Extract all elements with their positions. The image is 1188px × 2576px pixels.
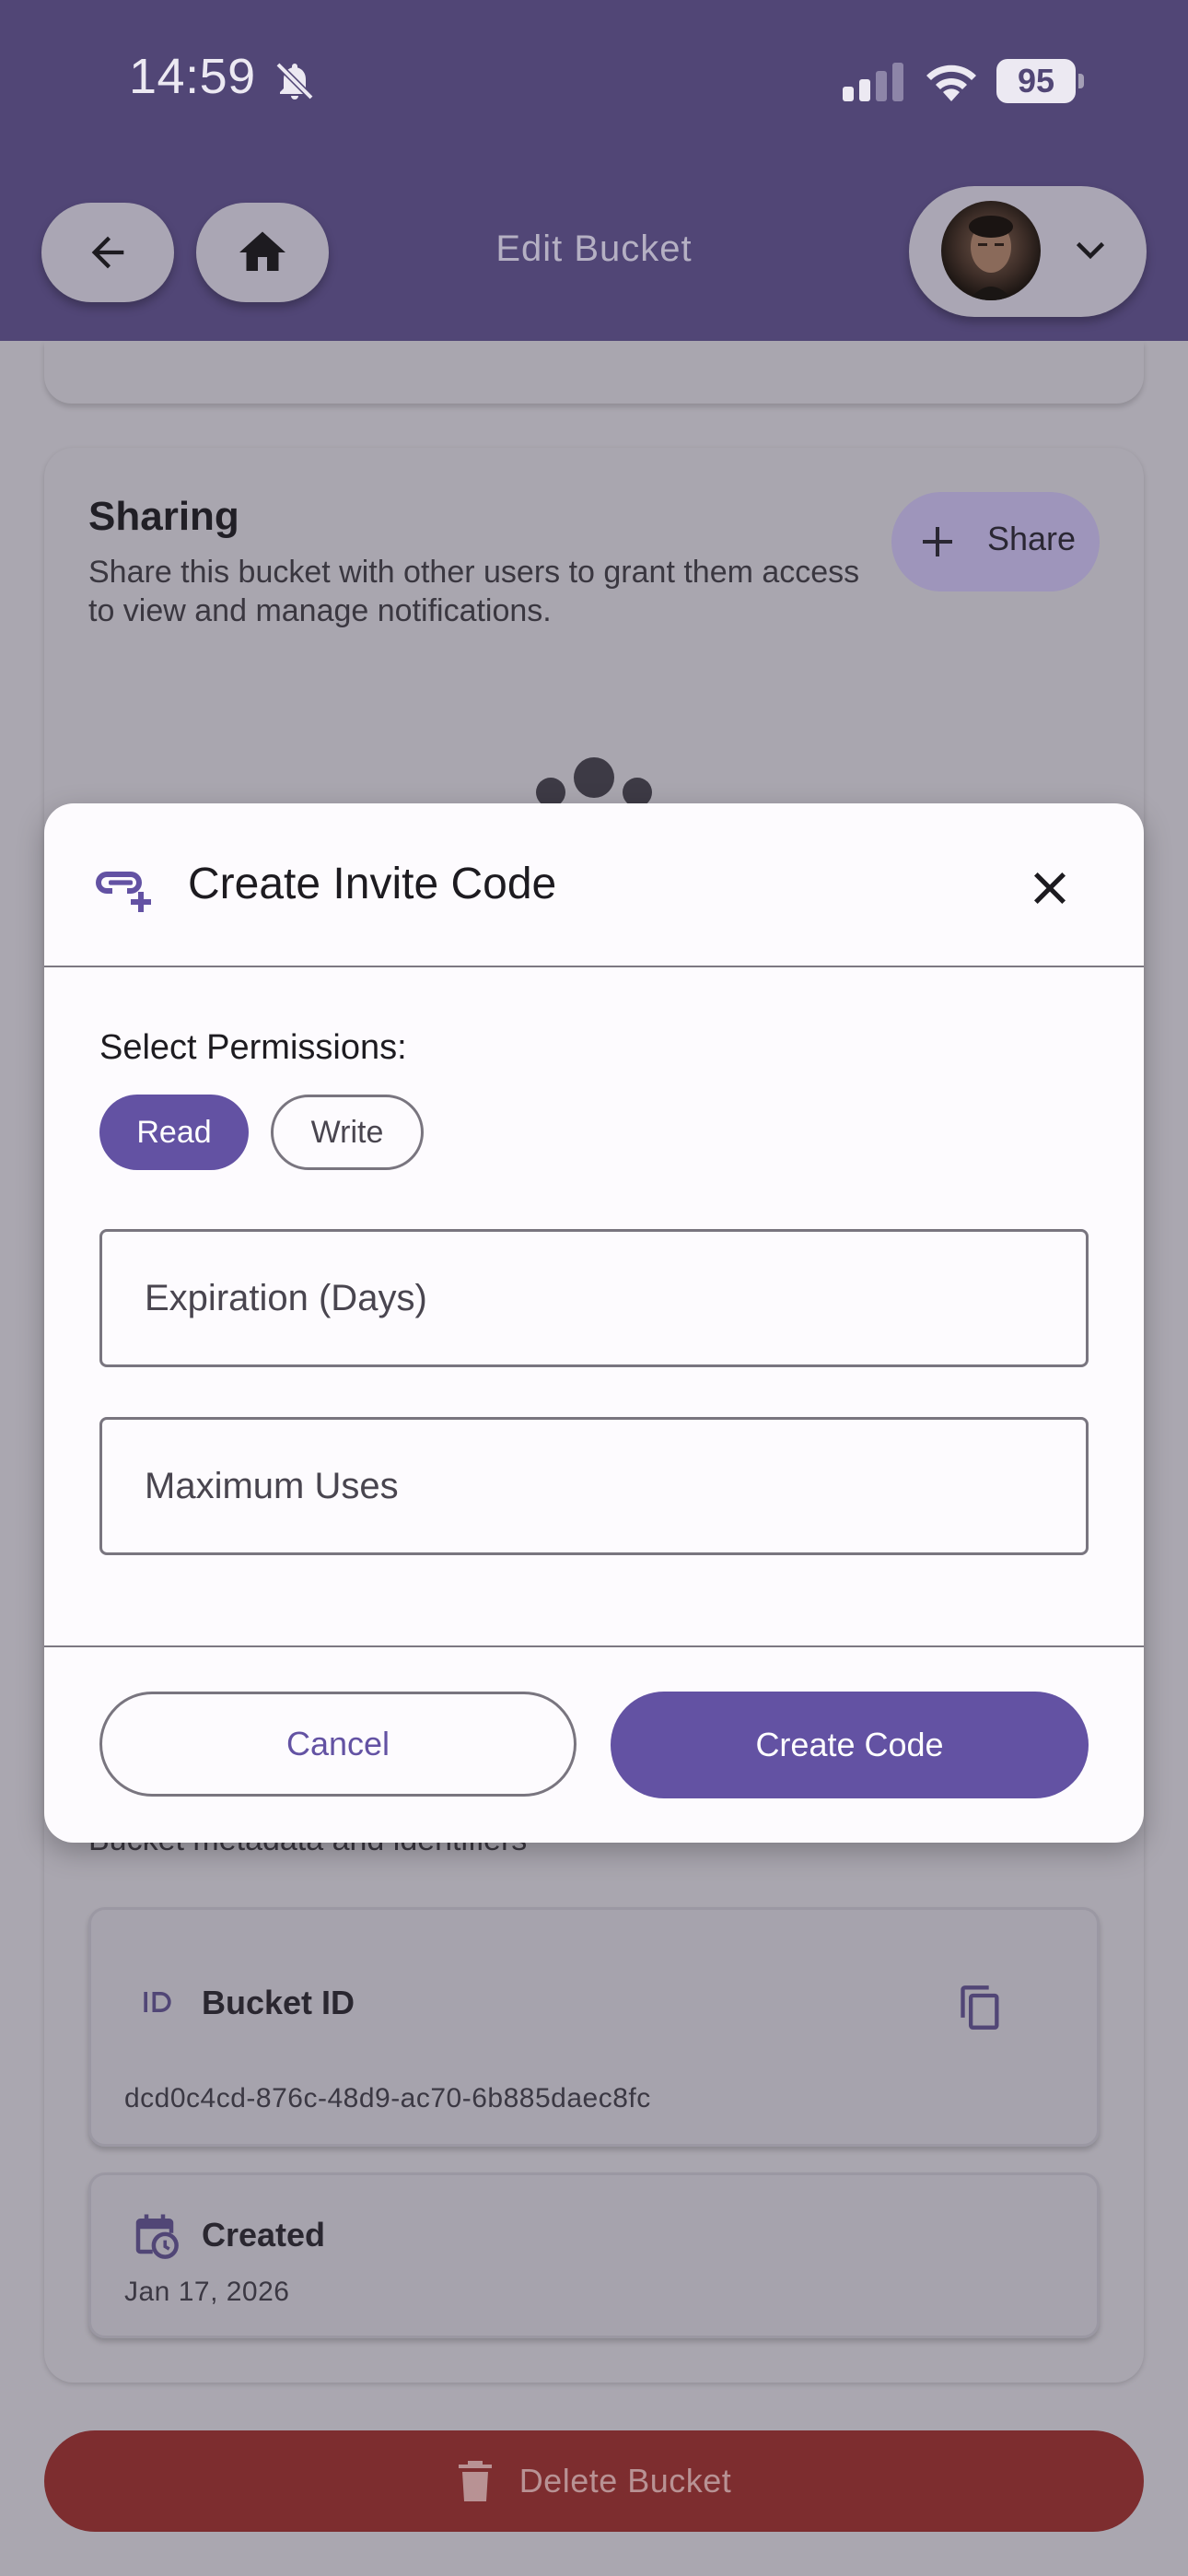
expiration-field[interactable] — [99, 1229, 1089, 1367]
bell-muted-icon — [275, 62, 314, 100]
max-uses-field[interactable] — [99, 1417, 1089, 1555]
link-add-icon — [96, 872, 151, 912]
copy-icon[interactable] — [957, 1982, 1005, 2033]
bucket-id-label: Bucket ID — [202, 1984, 355, 2021]
delete-bucket-label: Delete Bucket — [518, 2462, 732, 2500]
dialog-divider-top — [44, 966, 1144, 967]
permission-chip-read[interactable]: Read — [99, 1095, 249, 1170]
previous-section-card — [44, 341, 1144, 404]
permissions-label: Select Permissions: — [99, 1028, 407, 1067]
bucket-id-value: dcd0c4cd-876c-48d9-ac70-6b885daec8fc — [124, 2083, 651, 2113]
bucket-id-card: Bucket ID dcd0c4cd-876c-48d9-ac70-6b885d… — [88, 1907, 1100, 2147]
create-invite-dialog: Create Invite Code Select Permissions: R… — [44, 803, 1144, 1843]
created-value: Jan 17, 2026 — [124, 2277, 290, 2307]
status-time: 14:59 — [129, 49, 256, 104]
expiration-input[interactable] — [102, 1232, 1086, 1364]
sharing-description: Share this bucket with other users to gr… — [88, 555, 860, 628]
dialog-divider-bottom — [44, 1645, 1144, 1647]
dialog-title: Create Invite Code — [188, 860, 557, 908]
created-card: Created Jan 17, 2026 — [88, 2172, 1100, 2338]
create-code-button[interactable]: Create Code — [611, 1692, 1089, 1798]
created-label: Created — [202, 2216, 326, 2254]
max-uses-input[interactable] — [102, 1420, 1086, 1552]
share-label: Share — [987, 520, 1077, 557]
delete-bucket-button[interactable]: Delete Bucket — [44, 2430, 1144, 2532]
sharing-title: Sharing — [88, 494, 239, 539]
signal-icon — [843, 63, 903, 101]
cancel-button[interactable]: Cancel — [99, 1692, 577, 1797]
calendar-clock-icon — [135, 2214, 179, 2259]
plus-icon — [923, 527, 952, 556]
permission-chip-write[interactable]: Write — [271, 1095, 424, 1170]
battery-icon: 95 — [996, 59, 1085, 103]
id-badge-icon — [144, 1992, 171, 2012]
battery-level: 95 — [1017, 62, 1055, 100]
close-icon[interactable] — [1026, 864, 1074, 912]
avatar[interactable] — [941, 201, 1041, 300]
chevron-down-icon[interactable] — [1074, 238, 1107, 263]
app-bar: 14:59 95 Edit Bucket — [0, 0, 1188, 341]
wifi-icon — [926, 64, 976, 101]
trash-icon — [458, 2461, 492, 2501]
share-button[interactable]: Share — [891, 492, 1100, 591]
